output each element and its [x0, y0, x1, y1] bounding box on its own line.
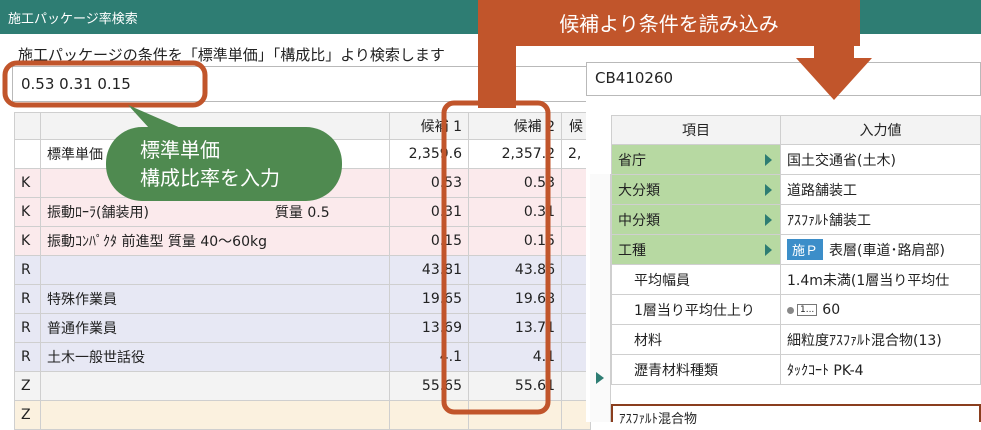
orange-callout-banner: 候補より条件を読み込み — [478, 0, 860, 46]
orange-connector-arrow — [478, 40, 872, 108]
orange-callout-text: 候補より条件を読み込み — [559, 12, 779, 36]
down-arrow-icon — [796, 58, 872, 100]
